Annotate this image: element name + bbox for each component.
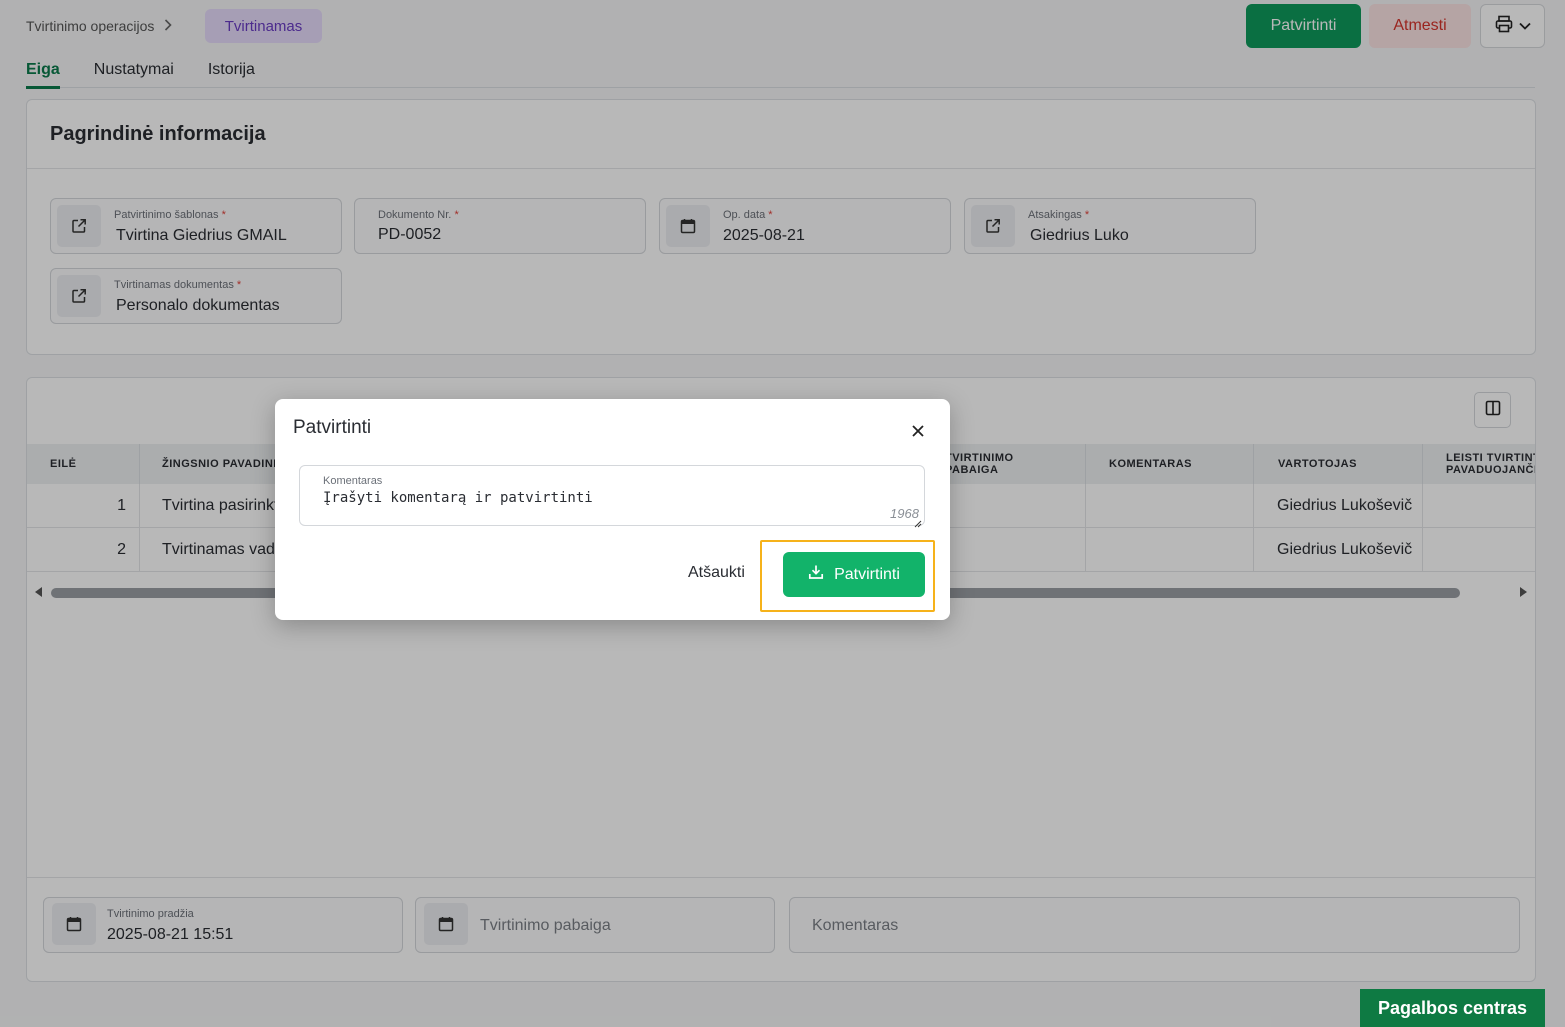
page: Tvirtinimo operacijos Tvirtinamas Patvir… (0, 0, 1565, 1027)
dialog-title: Patvirtinti (293, 417, 372, 438)
field-label: Komentaras (323, 475, 383, 487)
resize-handle-icon[interactable] (914, 515, 922, 533)
comment-textarea[interactable]: Komentaras Įrašyti komentarą ir patvirti… (299, 465, 925, 528)
help-center-button[interactable]: Pagalbos centras (1360, 989, 1545, 1027)
close-icon[interactable] (909, 422, 927, 440)
confirm-button-label: Patvirtinti (834, 565, 900, 583)
cancel-button[interactable]: Atšaukti (688, 564, 745, 582)
download-icon (808, 564, 824, 585)
comment-text: Įrašyti komentarą ir patvirtinti (323, 490, 593, 506)
confirm-dialog: Patvirtinti Komentaras Įrašyti komentarą… (275, 399, 950, 620)
confirm-button[interactable]: Patvirtinti (783, 552, 925, 597)
